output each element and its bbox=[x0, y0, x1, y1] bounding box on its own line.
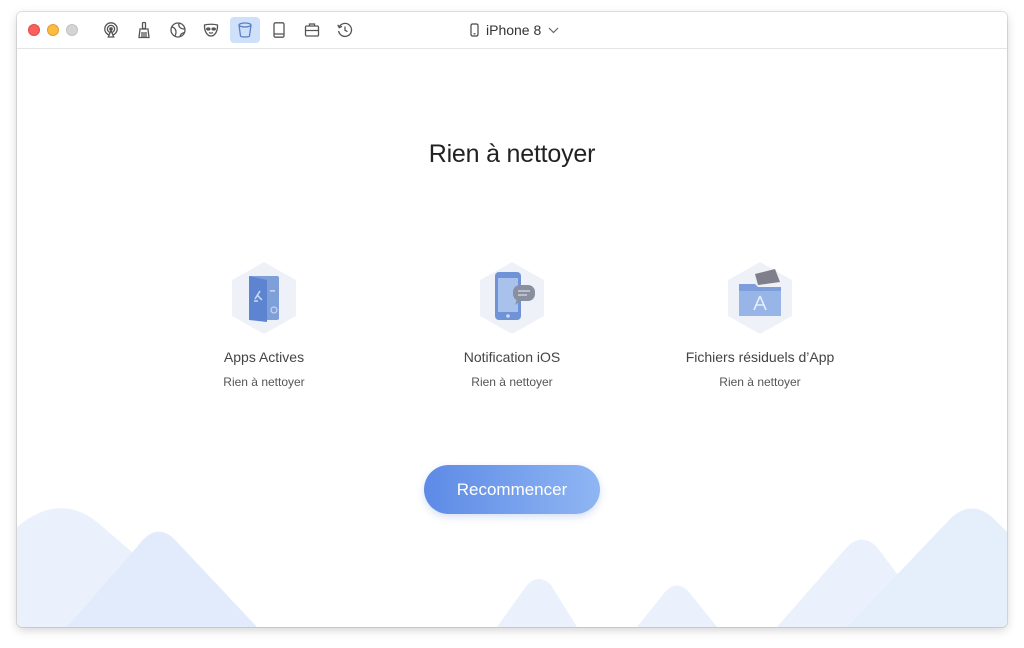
card-status: Rien à nettoyer bbox=[719, 375, 801, 389]
background-mountains bbox=[17, 508, 1007, 627]
tool-history[interactable] bbox=[330, 17, 360, 43]
globe-icon bbox=[170, 22, 186, 38]
card-active-apps: Apps Actives Rien à nettoyer bbox=[164, 260, 364, 389]
restart-button[interactable]: Recommencer bbox=[424, 465, 600, 514]
device-name: iPhone 8 bbox=[486, 22, 542, 38]
briefcase-icon bbox=[304, 23, 320, 37]
chevron-down-icon bbox=[548, 27, 559, 33]
tablet-icon bbox=[273, 22, 285, 38]
mask-icon bbox=[203, 23, 219, 37]
tool-device[interactable] bbox=[264, 17, 294, 43]
card-status: Rien à nettoyer bbox=[223, 375, 305, 389]
tool-app-cleaner[interactable] bbox=[230, 17, 260, 43]
zoom-window-button[interactable] bbox=[66, 24, 78, 36]
tool-airplay[interactable] bbox=[96, 17, 126, 43]
card-title: Fichiers résiduels d’App bbox=[685, 349, 835, 365]
card-status: Rien à nettoyer bbox=[471, 375, 553, 389]
app-cleaner-icon bbox=[238, 22, 252, 38]
close-window-button[interactable] bbox=[28, 24, 40, 36]
app-junk-files-icon bbox=[728, 262, 792, 334]
ios-notification-icon bbox=[480, 262, 544, 334]
card-title: Notification iOS bbox=[463, 349, 561, 365]
card-ios-notification: Notification iOS Rien à nettoyer bbox=[412, 260, 612, 389]
broom-icon bbox=[138, 21, 150, 39]
active-apps-icon bbox=[232, 262, 296, 334]
device-selector[interactable]: iPhone 8 bbox=[470, 20, 559, 40]
title-bar: iPhone 8 bbox=[17, 12, 1007, 49]
history-icon bbox=[337, 22, 353, 37]
airplay-icon bbox=[104, 22, 118, 38]
phone-icon bbox=[470, 23, 479, 37]
result-headline: Rien à nettoyer bbox=[428, 140, 596, 168]
tool-toolkit[interactable] bbox=[297, 17, 327, 43]
tool-internet[interactable] bbox=[163, 17, 193, 43]
minimize-window-button[interactable] bbox=[47, 24, 59, 36]
tool-cleaner[interactable] bbox=[129, 17, 159, 43]
tool-privacy[interactable] bbox=[196, 17, 226, 43]
card-title: Apps Actives bbox=[223, 349, 305, 365]
app-window: iPhone 8 Rien à nettoyer Apps Actives Ri… bbox=[17, 12, 1007, 627]
card-app-junk-files: Fichiers résiduels d’App Rien à nettoyer bbox=[660, 260, 860, 389]
